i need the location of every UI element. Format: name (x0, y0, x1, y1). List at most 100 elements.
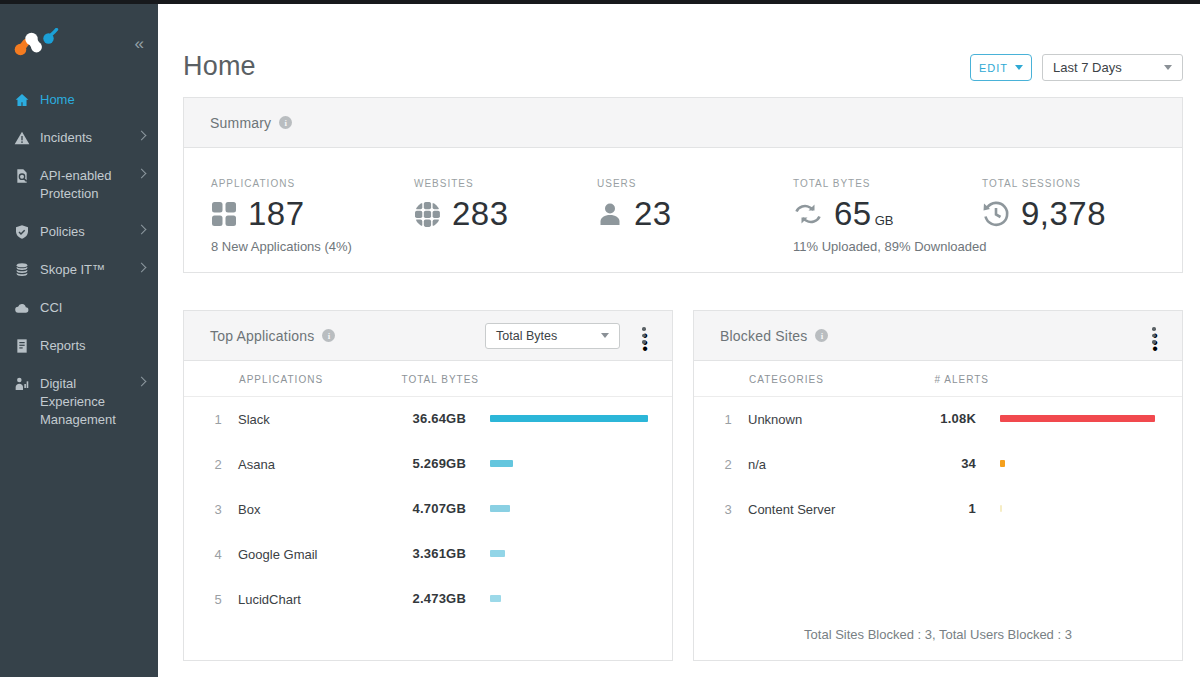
period-select[interactable]: Last 7 Days (1042, 54, 1183, 81)
sidebar-item-label: Reports (40, 337, 128, 355)
row-bar (1000, 415, 1155, 422)
edit-button[interactable]: EDIT (970, 54, 1032, 81)
info-icon[interactable]: i (279, 116, 292, 129)
caret-down-icon (601, 333, 609, 338)
sidebar-item-digital-experience-management[interactable]: Digital Experience Management (0, 365, 158, 439)
table-row[interactable]: 1 Unknown 1.08K (694, 397, 1182, 442)
sidebar-item-skope-it[interactable]: Skope IT™ (0, 251, 158, 289)
row-name: Unknown (748, 412, 802, 427)
sidebar-item-api-enabled-protection[interactable]: API-enabled Protection (0, 157, 158, 213)
blocked-sites-footer: Total Sites Blocked : 3, Total Users Blo… (694, 627, 1182, 642)
row-rank: 2 (721, 457, 735, 472)
row-rank: 3 (721, 502, 735, 517)
row-rank: 1 (721, 412, 735, 427)
row-name: Asana (238, 457, 275, 472)
row-bar (490, 505, 510, 512)
column-header: APPLICATIONS (239, 374, 323, 385)
stat-subtext: 8 New Applications (4%) (211, 239, 352, 254)
chevron-right-icon (137, 377, 147, 387)
sidebar-item-incidents[interactable]: Incidents (0, 119, 158, 157)
stat-value: 23 (634, 195, 672, 233)
sidebar-item-reports[interactable]: Reports (0, 327, 158, 365)
caret-down-icon (1164, 65, 1172, 70)
top-black-bar (0, 0, 1200, 4)
sidebar-item-policies[interactable]: Policies (0, 213, 158, 251)
row-bar (1000, 460, 1005, 467)
row-name: Slack (238, 412, 270, 427)
summary-title: Summary (210, 115, 271, 131)
row-value: 2.473GB (364, 591, 466, 606)
row-rank: 5 (211, 592, 225, 607)
top-applications-card: Top Applications i Total Bytes ••• APPLI… (183, 310, 673, 661)
info-icon[interactable]: i (815, 329, 828, 342)
column-header: # ALERTS (934, 374, 989, 385)
sidebar-item-label: Digital Experience Management (40, 375, 128, 429)
sidebar-item-home[interactable]: Home (0, 81, 158, 119)
table-row[interactable]: 4 Google Gmail 3.361GB (184, 532, 672, 577)
row-value: 4.707GB (364, 501, 466, 516)
row-value: 36.64GB (364, 411, 466, 426)
globe-icon (414, 201, 441, 228)
column-header: CATEGORIES (749, 374, 824, 385)
row-value: 1 (874, 501, 976, 516)
person-signal-icon (14, 376, 30, 392)
stat-value: 9,378 (1021, 195, 1106, 233)
row-rank: 1 (211, 412, 225, 427)
stat-subtext: 11% Uploaded, 89% Downloaded (793, 239, 986, 254)
home-icon (14, 92, 30, 108)
row-name: Box (238, 502, 260, 517)
file-search-icon (14, 168, 30, 184)
stat-label: TOTAL SESSIONS (982, 178, 1106, 189)
column-header: TOTAL BYTES (402, 374, 480, 385)
summary-stat-users: USERS 23 (597, 178, 672, 233)
sidebar-nav: Home Incidents API-enabled Protection Po… (0, 81, 158, 439)
sidebar-item-label: Policies (40, 223, 128, 241)
chevron-right-icon (137, 225, 147, 235)
table-row[interactable]: 3 Content Server 1 (694, 487, 1182, 532)
blocked-sites-title: Blocked Sites (720, 328, 807, 344)
table-row[interactable]: 1 Slack 36.64GB (184, 397, 672, 442)
row-value: 1.08K (874, 411, 976, 426)
kebab-menu-icon[interactable]: ••• (636, 327, 652, 344)
row-bar (490, 550, 505, 557)
sidebar-item-cci[interactable]: CCI (0, 289, 158, 327)
summary-stat-total-sessions: TOTAL SESSIONS 9,378 (982, 178, 1106, 233)
row-name: Google Gmail (238, 547, 317, 562)
main-content: Home EDIT Last 7 Days Summary i APPLICAT… (158, 4, 1200, 677)
row-bar (1000, 505, 1002, 512)
row-rank: 2 (211, 457, 225, 472)
sidebar-item-label: Skope IT™ (40, 261, 128, 279)
row-rank: 4 (211, 547, 225, 562)
sync-icon (793, 201, 823, 227)
caret-down-icon (1015, 65, 1023, 70)
table-row[interactable]: 2 n/a 34 (694, 442, 1182, 487)
summary-stat-applications: APPLICATIONS 187 8 New Applications (4%) (211, 178, 352, 254)
sort-by-select[interactable]: Total Bytes (485, 323, 620, 349)
stat-label: USERS (597, 178, 672, 189)
summary-card: Summary i APPLICATIONS 187 8 New Applica… (183, 97, 1183, 273)
row-name: n/a (748, 457, 766, 472)
chevron-right-icon (137, 169, 147, 179)
sidebar-collapse-icon[interactable]: « (135, 34, 144, 54)
cloud-icon (14, 300, 30, 316)
info-icon[interactable]: i (322, 329, 335, 342)
stat-value: 283 (452, 195, 509, 233)
chevron-right-icon (137, 263, 147, 273)
top-applications-title: Top Applications (210, 328, 314, 344)
netskope-logo[interactable] (14, 28, 60, 64)
summary-stat-websites: WEBSITES 283 (414, 178, 509, 233)
grid-icon (211, 201, 237, 227)
table-row[interactable]: 3 Box 4.707GB (184, 487, 672, 532)
row-value: 34 (874, 456, 976, 471)
row-bar (490, 595, 501, 602)
table-row[interactable]: 2 Asana 5.269GB (184, 442, 672, 487)
chevron-right-icon (137, 131, 147, 141)
row-name: LucidChart (238, 592, 301, 607)
history-icon (982, 200, 1010, 228)
warning-icon (14, 130, 30, 146)
row-value: 3.361GB (364, 546, 466, 561)
row-value: 5.269GB (364, 456, 466, 471)
table-row[interactable]: 5 LucidChart 2.473GB (184, 577, 672, 622)
report-icon (14, 338, 30, 354)
kebab-menu-icon[interactable]: ••• (1146, 327, 1162, 344)
